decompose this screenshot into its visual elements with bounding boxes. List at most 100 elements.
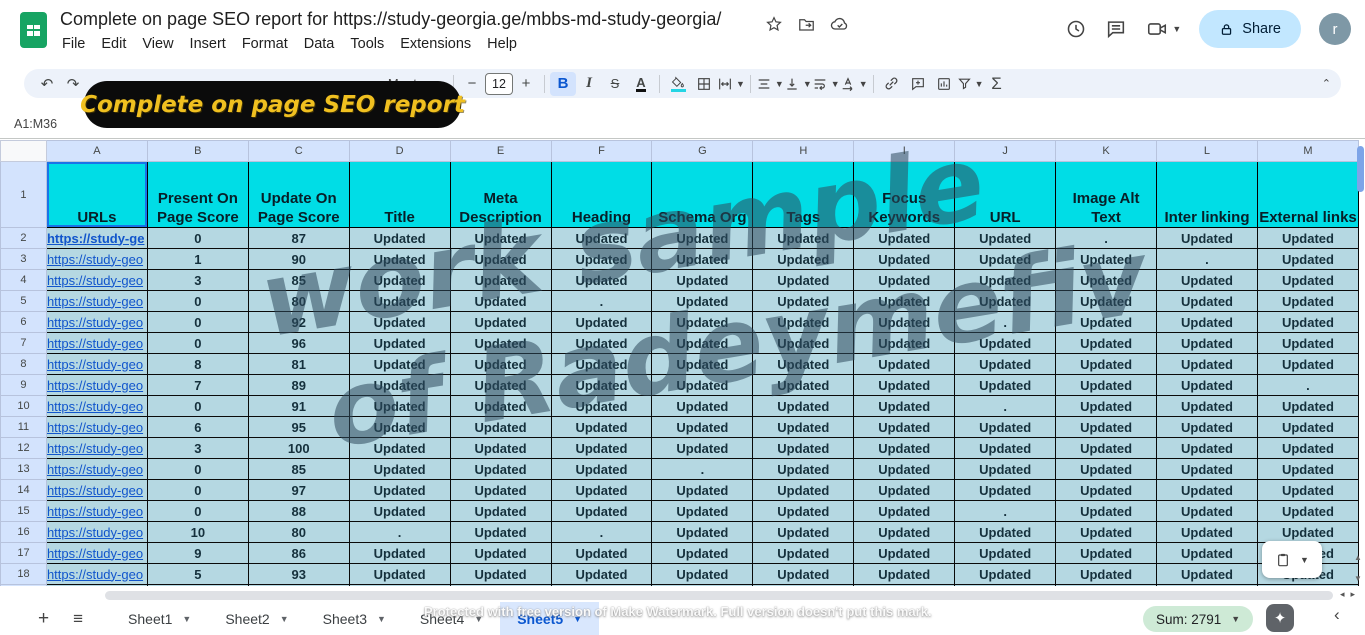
horizontal-align-button[interactable]: ▼ (756, 72, 784, 96)
cell-J4[interactable]: Updated (955, 270, 1056, 291)
cell-H15[interactable]: Updated (753, 501, 854, 522)
url-link[interactable]: https://study-geo (47, 462, 143, 477)
cell-M16[interactable]: Updated (1257, 522, 1358, 543)
cell-J9[interactable]: Updated (955, 375, 1056, 396)
meet-dropdown-arrow[interactable]: ▼ (1172, 24, 1181, 34)
cell-C15[interactable]: 88 (248, 501, 349, 522)
column-header-M[interactable]: M (1257, 141, 1358, 162)
menu-data[interactable]: Data (296, 33, 343, 55)
cell-J16[interactable]: Updated (955, 522, 1056, 543)
cell-D14[interactable]: Updated (349, 480, 450, 501)
cell-L7[interactable]: Updated (1157, 333, 1258, 354)
header-cell-G1[interactable]: Schema Org (652, 162, 753, 228)
cell-B10[interactable]: 0 (147, 396, 248, 417)
functions-button[interactable]: Σ (984, 72, 1010, 96)
italic-button[interactable]: I (576, 72, 602, 96)
cell-B18[interactable]: 5 (147, 564, 248, 585)
cell-E12[interactable]: Updated (450, 438, 551, 459)
text-color-button[interactable]: A (636, 76, 645, 92)
borders-button[interactable] (691, 72, 717, 96)
cell-G13[interactable]: . (652, 459, 753, 480)
select-all-corner[interactable] (1, 141, 47, 162)
cell-M10[interactable]: Updated (1257, 396, 1358, 417)
url-link[interactable]: https://study-geo (47, 273, 143, 288)
cell-I17[interactable]: Updated (854, 543, 955, 564)
cell-F8[interactable]: Updated (551, 354, 652, 375)
cell-M11[interactable]: Updated (1257, 417, 1358, 438)
horizontal-scroll-arrows[interactable]: ◂▸ (1340, 589, 1361, 600)
cell-B17[interactable]: 9 (147, 543, 248, 564)
cell-M7[interactable]: Updated (1257, 333, 1358, 354)
cell-B14[interactable]: 0 (147, 480, 248, 501)
cell-E5[interactable]: Updated (450, 291, 551, 312)
row-header-11[interactable]: 11 (1, 417, 47, 438)
column-header-H[interactable]: H (753, 141, 854, 162)
cell-K10[interactable]: Updated (1056, 396, 1157, 417)
cell-F17[interactable]: Updated (551, 543, 652, 564)
cell-J17[interactable]: Updated (955, 543, 1056, 564)
cell-F13[interactable]: Updated (551, 459, 652, 480)
cell-G7[interactable]: Updated (652, 333, 753, 354)
vertical-align-button[interactable]: ▼ (784, 72, 812, 96)
cell-D8[interactable]: Updated (349, 354, 450, 375)
cell-J15[interactable]: . (955, 501, 1056, 522)
paste-dropdown-arrow[interactable]: ▼ (1300, 555, 1309, 565)
cell-A19[interactable] (46, 585, 147, 587)
tab-sheet4[interactable]: Sheet4▼ (403, 602, 500, 635)
paste-options-button[interactable]: ▼ (1262, 541, 1322, 578)
cell-G10[interactable]: Updated (652, 396, 753, 417)
cell-E19[interactable] (450, 585, 551, 587)
cell-F7[interactable]: Updated (551, 333, 652, 354)
cell-G2[interactable]: Updated (652, 228, 753, 249)
cell-C17[interactable]: 86 (248, 543, 349, 564)
cell-L16[interactable]: Updated (1157, 522, 1258, 543)
cell-M8[interactable]: Updated (1257, 354, 1358, 375)
tab-sheet5[interactable]: Sheet5▼ (500, 602, 599, 635)
text-wrap-button[interactable]: ▼ (812, 72, 840, 96)
menu-format[interactable]: Format (234, 33, 296, 55)
header-cell-K1[interactable]: Image Alt Text (1056, 162, 1157, 228)
cell-D4[interactable]: Updated (349, 270, 450, 291)
cell-F16[interactable]: . (551, 522, 652, 543)
row-header-17[interactable]: 17 (1, 543, 47, 564)
cell-G12[interactable]: Updated (652, 438, 753, 459)
header-cell-C1[interactable]: Update On Page Score (248, 162, 349, 228)
sum-dropdown-arrow[interactable]: ▼ (1231, 614, 1240, 624)
cell-E9[interactable]: Updated (450, 375, 551, 396)
menu-extensions[interactable]: Extensions (392, 33, 479, 55)
cell-A9[interactable]: https://study-geo (46, 375, 147, 396)
cell-A15[interactable]: https://study-geo (46, 501, 147, 522)
cell-H9[interactable]: Updated (753, 375, 854, 396)
cell-I10[interactable]: Updated (854, 396, 955, 417)
row-header-19[interactable]: 19 (1, 585, 47, 587)
cell-J13[interactable]: Updated (955, 459, 1056, 480)
cell-A11[interactable]: https://study-geo (46, 417, 147, 438)
star-icon[interactable] (765, 15, 783, 33)
cell-D5[interactable]: Updated (349, 291, 450, 312)
move-folder-icon[interactable] (797, 15, 816, 34)
cell-A7[interactable]: https://study-geo (46, 333, 147, 354)
cell-L13[interactable]: Updated (1157, 459, 1258, 480)
cell-C13[interactable]: 85 (248, 459, 349, 480)
cell-M15[interactable]: Updated (1257, 501, 1358, 522)
url-link[interactable]: https://study-geo (47, 441, 143, 456)
cell-L4[interactable]: Updated (1157, 270, 1258, 291)
url-link[interactable]: https://study-geo (47, 294, 143, 309)
bold-button[interactable]: B (550, 72, 576, 96)
cell-B11[interactable]: 6 (147, 417, 248, 438)
cell-E15[interactable]: Updated (450, 501, 551, 522)
column-header-E[interactable]: E (450, 141, 551, 162)
cell-E14[interactable]: Updated (450, 480, 551, 501)
fill-color-button[interactable] (665, 72, 691, 96)
cell-B9[interactable]: 7 (147, 375, 248, 396)
cell-H3[interactable]: Updated (753, 249, 854, 270)
cell-F11[interactable]: Updated (551, 417, 652, 438)
cell-F3[interactable]: Updated (551, 249, 652, 270)
cell-K11[interactable]: Updated (1056, 417, 1157, 438)
cell-A3[interactable]: https://study-geo (46, 249, 147, 270)
column-header-F[interactable]: F (551, 141, 652, 162)
cell-I4[interactable]: Updated (854, 270, 955, 291)
cell-E8[interactable]: Updated (450, 354, 551, 375)
cell-C5[interactable]: 80 (248, 291, 349, 312)
header-cell-F1[interactable]: Heading (551, 162, 652, 228)
